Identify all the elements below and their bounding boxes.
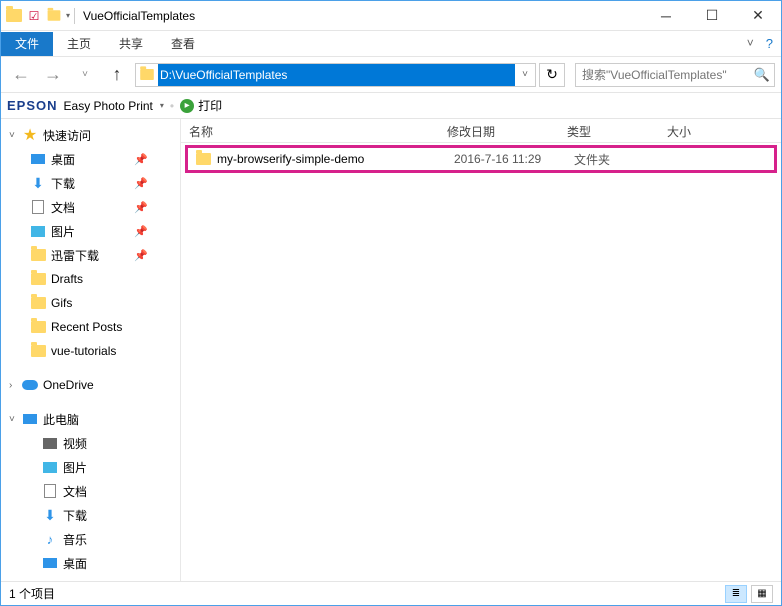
epson-easy-label[interactable]: Easy Photo Print (64, 99, 153, 113)
view-large-icon[interactable]: ▦ (751, 585, 773, 603)
sidebar-this-pc[interactable]: ˅此电脑 (1, 407, 180, 431)
status-count: 1 个项目 (9, 585, 55, 602)
sidebar-item[interactable]: ›文档 (1, 479, 180, 503)
sidebar-item[interactable]: ›♪音乐 (1, 527, 180, 551)
search-icon[interactable]: 🔍 (750, 67, 774, 83)
view-details-icon[interactable]: ≣ (725, 585, 747, 603)
ribbon-expand-icon[interactable]: ˅ (747, 36, 754, 51)
sidebar-item[interactable]: 文档📌 (1, 195, 180, 219)
sidebar[interactable]: ˅★快速访问桌面📌⬇下载📌文档📌图片📌迅雷下载📌DraftsGifsRecent… (1, 119, 181, 582)
folder-icon (196, 153, 211, 165)
epson-logo: EPSON (7, 98, 58, 113)
status-bar: 1 个项目 ≣ ▦ (1, 581, 781, 605)
pin-icon: 📌 (134, 225, 148, 238)
pin-icon: 📌 (134, 201, 148, 214)
doc-icon (29, 198, 47, 216)
sidebar-onedrive[interactable]: ›OneDrive (1, 373, 180, 397)
file-type: 文件夹 (566, 151, 666, 168)
col-type[interactable]: 类型 (559, 119, 659, 142)
file-name: my-browserify-simple-demo (217, 152, 364, 166)
epson-dropdown-icon[interactable]: ▾ (160, 101, 164, 110)
video-icon (41, 434, 59, 452)
qat-dropdown-icon[interactable]: ▾ (66, 11, 70, 20)
qat-newfolder-icon[interactable] (45, 7, 63, 25)
refresh-button[interactable]: ↻ (539, 63, 565, 87)
onedrive-icon (21, 376, 39, 394)
file-list[interactable]: 名称 修改日期 类型 大小 my-browserify-simple-demo 2… (181, 119, 781, 582)
folder-icon (29, 246, 47, 264)
sidebar-item[interactable]: 图片📌 (1, 219, 180, 243)
nav-forward-button[interactable]: → (39, 61, 67, 89)
pic-icon (29, 222, 47, 240)
pc-icon (21, 410, 39, 428)
ribbon-tab-file[interactable]: 文件 (1, 32, 53, 56)
column-headers: 名称 修改日期 类型 大小 (181, 119, 781, 143)
main-area: ˅★快速访问桌面📌⬇下载📌文档📌图片📌迅雷下载📌DraftsGifsRecent… (1, 119, 781, 582)
folder-icon (29, 294, 47, 312)
nav-recent-dropdown[interactable]: ˅ (71, 61, 99, 89)
star-icon: ★ (21, 126, 39, 144)
sidebar-item[interactable]: ›⬇下载 (1, 503, 180, 527)
ribbon-tab-view[interactable]: 查看 (157, 32, 209, 56)
epson-print-button[interactable]: ▸ 打印 (180, 97, 222, 114)
sidebar-item[interactable]: Gifs (1, 291, 180, 315)
search-input[interactable] (576, 68, 750, 82)
file-row[interactable]: my-browserify-simple-demo 2016-7-16 11:29… (185, 145, 777, 173)
nav-back-button[interactable]: ← (7, 61, 35, 89)
ribbon-tab-home[interactable]: 主页 (53, 32, 105, 56)
nav-bar: ← → ˅ ↑ ˅ ↻ 🔍 (1, 57, 781, 93)
sidebar-item[interactable]: ⬇下载📌 (1, 171, 180, 195)
title-bar: ☑ ▾ VueOfficialTemplates ─ ☐ ✕ (1, 1, 781, 31)
sidebar-item[interactable]: ›图片 (1, 455, 180, 479)
music-icon: ♪ (41, 530, 59, 548)
folder-icon (29, 342, 47, 360)
qat-properties-icon[interactable]: ☑ (25, 7, 43, 25)
nav-up-button[interactable]: ↑ (103, 61, 131, 89)
address-bar[interactable]: ˅ (135, 63, 536, 87)
ribbon: 文件 主页 共享 查看 ˅ ? (1, 31, 781, 57)
col-date[interactable]: 修改日期 (439, 119, 559, 142)
sidebar-item[interactable]: ›桌面 (1, 551, 180, 575)
address-folder-icon (136, 64, 158, 86)
window-title: VueOfficialTemplates (83, 9, 195, 23)
help-icon[interactable]: ? (766, 36, 773, 51)
col-name[interactable]: 名称 (181, 119, 439, 142)
sidebar-quick-access[interactable]: ˅★快速访问 (1, 123, 180, 147)
sidebar-item[interactable]: Recent Posts (1, 315, 180, 339)
maximize-button[interactable]: ☐ (689, 1, 735, 31)
sidebar-item[interactable]: ›视频 (1, 431, 180, 455)
address-input[interactable] (158, 64, 515, 86)
download-icon: ⬇ (29, 174, 47, 192)
sidebar-item[interactable]: 桌面📌 (1, 147, 180, 171)
search-box[interactable]: 🔍 (575, 63, 775, 87)
pic-icon (41, 458, 59, 476)
sidebar-item[interactable]: 迅雷下载📌 (1, 243, 180, 267)
ribbon-tab-share[interactable]: 共享 (105, 32, 157, 56)
folder-icon (29, 318, 47, 336)
close-button[interactable]: ✕ (735, 1, 781, 31)
download-icon: ⬇ (41, 506, 59, 524)
pin-icon: 📌 (134, 153, 148, 166)
pin-icon: 📌 (134, 249, 148, 262)
doc-icon (41, 482, 59, 500)
minimize-button[interactable]: ─ (643, 1, 689, 31)
sidebar-item[interactable]: Drafts (1, 267, 180, 291)
sidebar-item[interactable]: vue-tutorials (1, 339, 180, 363)
desktop-icon (41, 554, 59, 572)
epson-toolbar: EPSON Easy Photo Print ▾ • ▸ 打印 (1, 93, 781, 119)
col-size[interactable]: 大小 (659, 119, 739, 142)
file-date: 2016-7-16 11:29 (446, 152, 566, 166)
address-dropdown-icon[interactable]: ˅ (515, 69, 535, 80)
pin-icon: 📌 (134, 177, 148, 190)
desktop-icon (29, 150, 47, 168)
app-folder-icon[interactable] (5, 7, 23, 25)
print-icon: ▸ (180, 99, 194, 113)
folder-icon (29, 270, 47, 288)
